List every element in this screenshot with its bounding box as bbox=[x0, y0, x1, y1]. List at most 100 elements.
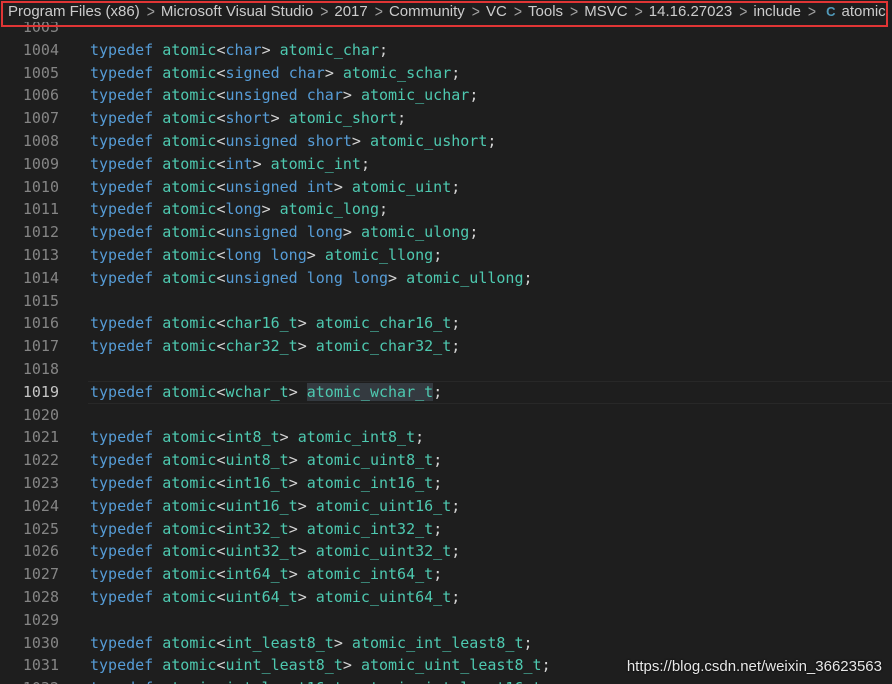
code-line[interactable]: 1013 typedef atomic<long long> atomic_llo… bbox=[0, 244, 892, 267]
code-line[interactable]: 1006 typedef atomic<unsigned char> atomic… bbox=[0, 84, 892, 107]
punctuation: > bbox=[270, 109, 280, 128]
template-argument: char32_t bbox=[225, 337, 298, 356]
code-line[interactable]: 1021 typedef atomic<int8_t> atomic_int8_t… bbox=[0, 426, 892, 449]
breadcrumb-item[interactable]: VC bbox=[486, 3, 507, 20]
template-argument: unsigned bbox=[225, 131, 298, 150]
code-line[interactable]: 1011 typedef atomic<long> atomic_long; bbox=[0, 198, 892, 221]
code-line[interactable]: 1029 bbox=[0, 609, 892, 632]
keyword-typedef: typedef bbox=[90, 131, 154, 150]
code-line[interactable]: 1020 bbox=[0, 404, 892, 427]
punctuation: ; bbox=[451, 177, 461, 196]
template-argument: unsigned bbox=[225, 86, 298, 105]
code-text: typedef atomic<uint8_t> atomic_uint8_t; bbox=[90, 449, 442, 472]
template-name: atomic bbox=[162, 200, 217, 219]
punctuation: ; bbox=[469, 223, 479, 242]
punctuation: ; bbox=[451, 587, 461, 606]
template-name: atomic bbox=[162, 656, 217, 675]
template-argument: int bbox=[225, 154, 253, 173]
keyword-typedef: typedef bbox=[90, 40, 154, 59]
template-name: atomic bbox=[162, 245, 217, 264]
punctuation: > bbox=[288, 519, 298, 538]
code-line[interactable]: 1028 typedef atomic<uint64_t> atomic_uint… bbox=[0, 586, 892, 609]
code-text: typedef atomic<uint_least8_t> atomic_uin… bbox=[90, 654, 551, 677]
code-text: typedef atomic<long> atomic_long; bbox=[90, 198, 388, 221]
code-line[interactable]: 1022 typedef atomic<uint8_t> atomic_uint8… bbox=[0, 449, 892, 472]
type-alias: atomic_uchar bbox=[360, 86, 470, 105]
code-line[interactable]: 1012 typedef atomic<unsigned long> atomic… bbox=[0, 221, 892, 244]
template-argument: short bbox=[306, 131, 352, 150]
keyword-typedef: typedef bbox=[90, 542, 154, 561]
code-line[interactable]: 1004 typedef atomic<char> atomic_char; bbox=[0, 39, 892, 62]
code-text: typedef atomic<uint16_t> atomic_uint16_t… bbox=[90, 495, 460, 518]
code-line[interactable]: 1025 typedef atomic<int32_t> atomic_int32… bbox=[0, 518, 892, 541]
keyword-typedef: typedef bbox=[90, 473, 154, 492]
code-line[interactable]: 1032 typedef atomic<int_least16_t> atomic… bbox=[0, 677, 892, 684]
breadcrumb-item[interactable]: 14.16.27023 bbox=[649, 3, 732, 20]
keyword-typedef: typedef bbox=[90, 679, 153, 684]
code-text: typedef atomic<unsigned short> atomic_us… bbox=[90, 130, 496, 153]
code-line[interactable]: 1007 typedef atomic<short> atomic_short; bbox=[0, 107, 892, 130]
type-alias: atomic_uint_least8_t bbox=[360, 656, 542, 675]
template-argument: short bbox=[225, 109, 271, 128]
type-alias: atomic_long bbox=[279, 200, 379, 219]
code-text: typedef atomic<char16_t> atomic_char16_t… bbox=[90, 312, 460, 335]
punctuation: > bbox=[306, 245, 316, 264]
type-alias: atomic_schar bbox=[342, 63, 452, 82]
code-text: typedef atomic<signed char> atomic_schar… bbox=[90, 62, 460, 85]
line-number: 1005 bbox=[22, 63, 59, 82]
code-text: typedef atomic<unsigned int> atomic_uint… bbox=[90, 176, 460, 199]
type-alias: atomic_int_least8_t bbox=[351, 633, 524, 652]
line-number: 1012 bbox=[22, 223, 59, 242]
code-line[interactable]: 1005 typedef atomic<signed char> atomic_s… bbox=[0, 62, 892, 85]
code-text: typedef atomic<int_least8_t> atomic_int_… bbox=[90, 632, 533, 655]
type-alias: atomic_char bbox=[279, 40, 379, 59]
code-text: typedef atomic<int> atomic_int; bbox=[90, 153, 370, 176]
keyword-typedef: typedef bbox=[90, 268, 154, 287]
breadcrumb-item[interactable]: Microsoft Visual Studio bbox=[161, 3, 313, 20]
code-line[interactable]: 1009 typedef atomic<int> atomic_int; bbox=[0, 153, 892, 176]
code-line[interactable]: 1018 bbox=[0, 358, 892, 381]
line-number: 1006 bbox=[22, 86, 59, 105]
code-line[interactable]: 1017 typedef atomic<char32_t> atomic_char… bbox=[0, 335, 892, 358]
code-editor[interactable]: 1003 1004 typedef atomic<char> atomic_char… bbox=[0, 16, 892, 684]
type-alias: atomic_int64_t bbox=[306, 565, 434, 584]
template-argument: long bbox=[306, 223, 343, 242]
code-line[interactable]: 1016 typedef atomic<char16_t> atomic_char… bbox=[0, 312, 892, 335]
template-name: atomic bbox=[162, 496, 217, 515]
breadcrumb-item[interactable]: MSVC bbox=[584, 3, 627, 20]
punctuation: > bbox=[342, 86, 352, 105]
line-number: 1023 bbox=[22, 473, 59, 492]
breadcrumb-item[interactable]: 2017 bbox=[334, 3, 367, 20]
breadcrumb-item[interactable]: Community bbox=[389, 3, 465, 20]
code-text: typedef atomic<long long> atomic_llong; bbox=[90, 244, 442, 267]
code-line[interactable]: 1008 typedef atomic<unsigned short> atomi… bbox=[0, 130, 892, 153]
code-line[interactable]: 1023 typedef atomic<int16_t> atomic_int16… bbox=[0, 472, 892, 495]
template-argument: uint64_t bbox=[225, 587, 298, 606]
code-line[interactable]: 1014 typedef atomic<unsigned long long> a… bbox=[0, 267, 892, 290]
line-number: 1024 bbox=[22, 496, 59, 515]
keyword-typedef: typedef bbox=[90, 565, 154, 584]
code-line[interactable]: 1019 typedef atomic<wchar_t> atomic_wchar… bbox=[0, 380, 892, 404]
punctuation: ; bbox=[433, 565, 443, 584]
breadcrumb-item[interactable]: include bbox=[753, 3, 801, 20]
punctuation: > bbox=[333, 633, 343, 652]
template-argument: int_least8_t bbox=[225, 633, 334, 652]
template-name: atomic bbox=[162, 679, 216, 684]
line-number: 1018 bbox=[22, 359, 59, 378]
type-alias: atomic_int8_t bbox=[297, 428, 416, 447]
code-line[interactable]: 1024 typedef atomic<uint16_t> atomic_uint… bbox=[0, 495, 892, 518]
keyword-typedef: typedef bbox=[90, 109, 154, 128]
code-line[interactable]: 1015 bbox=[0, 290, 892, 313]
code-line[interactable]: 1026 typedef atomic<uint32_t> atomic_uint… bbox=[0, 540, 892, 563]
code-text: typedef atomic<char> atomic_char; bbox=[90, 39, 388, 62]
breadcrumb-file[interactable]: atomic bbox=[842, 3, 886, 20]
code-text: typedef atomic<uint64_t> atomic_uint64_t… bbox=[90, 586, 460, 609]
code-line[interactable]: 1030 typedef atomic<int_least8_t> atomic_… bbox=[0, 632, 892, 655]
punctuation: ; bbox=[433, 382, 443, 401]
breadcrumb-item[interactable]: Tools bbox=[528, 3, 563, 20]
punctuation: > bbox=[351, 131, 361, 150]
code-line[interactable]: 1027 typedef atomic<int64_t> atomic_int64… bbox=[0, 563, 892, 586]
punctuation: ; bbox=[487, 131, 497, 150]
code-line[interactable]: 1010 typedef atomic<unsigned int> atomic_… bbox=[0, 176, 892, 199]
breadcrumb-item[interactable]: Program Files (x86) bbox=[8, 3, 140, 20]
